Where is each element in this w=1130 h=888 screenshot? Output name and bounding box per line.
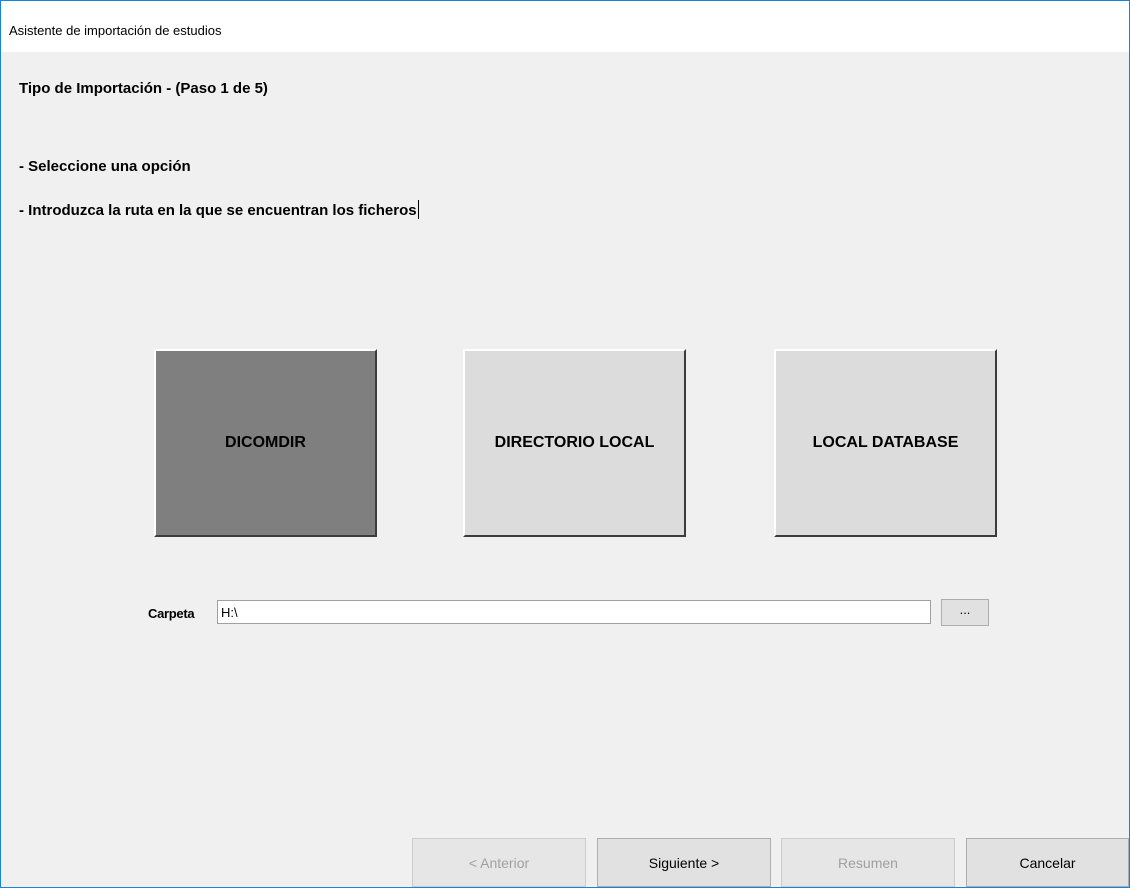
option-local-database-button[interactable]: LOCAL DATABASE <box>774 349 997 537</box>
title-bar[interactable]: Asistente de importación de estudios <box>1 1 1129 52</box>
instruction-select-option: - Seleccione una opción <box>19 158 191 175</box>
previous-button[interactable]: < Anterior <box>412 838 586 887</box>
folder-path-input[interactable] <box>217 600 931 624</box>
cancel-button[interactable]: Cancelar <box>966 838 1129 887</box>
instruction-enter-path-text: - Introduzca la ruta en la que se encuen… <box>19 202 417 219</box>
summary-button[interactable]: Resumen <box>781 838 955 887</box>
text-caret <box>417 200 419 219</box>
window-title: Asistente de importación de estudios <box>9 23 222 38</box>
option-local-directory-button[interactable]: DIRECTORIO LOCAL <box>463 349 686 537</box>
step-title: Tipo de Importación - (Paso 1 de 5) <box>19 80 268 97</box>
folder-label: Carpeta <box>148 606 195 621</box>
import-wizard-window: Asistente de importación de estudios Tip… <box>0 0 1130 888</box>
browse-folder-button[interactable]: ... <box>941 599 989 626</box>
instruction-enter-path: - Introduzca la ruta en la que se encuen… <box>19 200 419 219</box>
next-button[interactable]: Siguiente > <box>597 838 771 887</box>
option-dicomdir-button[interactable]: DICOMDIR <box>154 349 377 537</box>
